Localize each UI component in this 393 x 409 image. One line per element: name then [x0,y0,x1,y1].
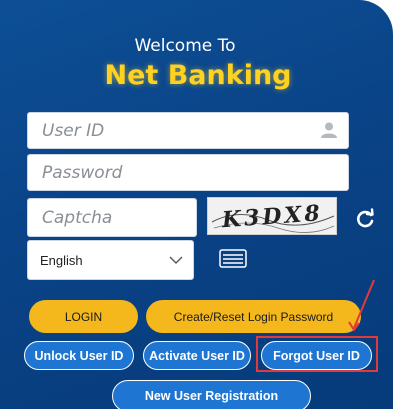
create-reset-password-button[interactable]: Create/Reset Login Password [146,300,361,333]
language-select[interactable]: English [27,240,194,280]
page-title: Net Banking [104,60,292,91]
language-selected-value: English [40,253,83,268]
new-user-registration-button[interactable]: New User Registration [112,380,311,409]
user-id-input[interactable] [28,113,348,148]
login-panel: Welcome To Net Banking K3DX8 English [0,0,393,409]
captcha-text: K3DX8 [220,200,323,233]
captcha-image: K3DX8 [207,197,337,235]
chevron-down-icon [169,256,183,264]
forgot-user-id-highlight [256,336,378,372]
captcha-field-wrap [27,198,197,237]
unlock-user-id-button[interactable]: Unlock User ID [24,341,134,370]
activate-user-id-button[interactable]: Activate User ID [143,341,251,370]
password-input[interactable] [28,155,348,190]
virtual-keyboard-icon[interactable] [219,249,247,268]
user-id-field-wrap [27,112,349,149]
captcha-input[interactable] [28,199,196,236]
user-icon [321,122,337,138]
welcome-text: Welcome To [134,36,236,56]
pointer-arrow-icon [348,279,375,332]
refresh-icon[interactable] [354,208,376,230]
login-button[interactable]: LOGIN [29,300,138,333]
password-field-wrap [27,154,349,191]
